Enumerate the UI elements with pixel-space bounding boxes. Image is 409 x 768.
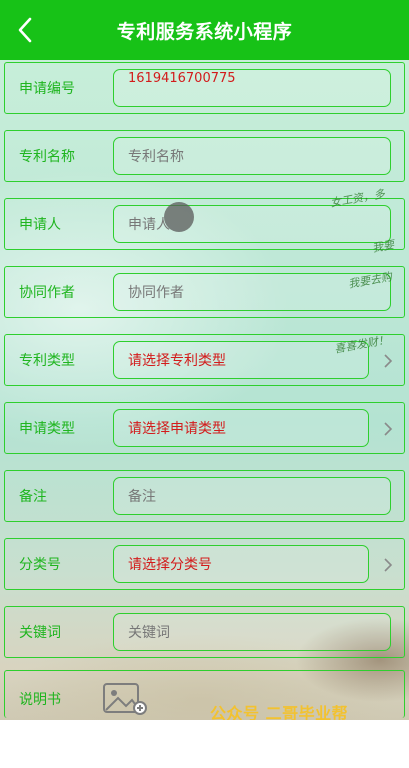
application-type-label: 申请类型 [19, 421, 75, 437]
keywords-input[interactable]: 关键词 [113, 613, 391, 651]
application-number-field[interactable]: 1619416700775 [113, 69, 391, 107]
patent-type-label: 专利类型 [19, 353, 75, 369]
page-title: 专利服务系统小程序 [116, 21, 293, 43]
remarks-label: 备注 [19, 489, 47, 505]
application-type-select[interactable]: 请选择申请类型 [113, 409, 369, 447]
patent-name-input[interactable]: 专利名称 [113, 137, 391, 175]
background-scribble: 我要 [371, 238, 396, 255]
classification-label: 分类号 [19, 557, 61, 573]
watermark-text: 公众号 二哥毕业帮 [210, 704, 349, 720]
specification-label: 说明书 [19, 691, 61, 708]
chevron-right-icon[interactable] [382, 419, 394, 439]
co-author-label: 协同作者 [19, 285, 75, 301]
chevron-right-icon[interactable] [382, 555, 394, 575]
form-container[interactable]: 申请编号 1619416700775 专利名称 专利名称 申请人 申请人 协同作… [0, 60, 409, 720]
applicant-input[interactable]: 申请人 [113, 205, 391, 243]
navigation-bar: 专利服务系统小程序 [0, 0, 409, 60]
form-row-co-author: 协同作者 协同作者 [4, 266, 405, 318]
form-row-patent-name: 专利名称 专利名称 [4, 130, 405, 182]
classification-select[interactable]: 请选择分类号 [113, 545, 369, 583]
form-row-keywords: 关键词 关键词 [4, 606, 405, 658]
touch-indicator [164, 202, 194, 232]
image-upload-button[interactable] [102, 680, 148, 718]
patent-type-select[interactable]: 请选择专利类型 [113, 341, 369, 379]
form-row-remarks: 备注 备注 [4, 470, 405, 522]
patent-name-label: 专利名称 [19, 149, 75, 165]
form-row-application-type: 申请类型 请选择申请类型 [4, 402, 405, 454]
keywords-label: 关键词 [19, 625, 61, 641]
form-row-classification: 分类号 请选择分类号 [4, 538, 405, 590]
applicant-label: 申请人 [19, 217, 61, 233]
form-row-application-number: 申请编号 1619416700775 [4, 62, 405, 114]
remarks-input[interactable]: 备注 [113, 477, 391, 515]
application-number-label: 申请编号 [19, 81, 75, 97]
image-upload-icon [103, 683, 147, 715]
chevron-right-icon[interactable] [382, 351, 394, 371]
